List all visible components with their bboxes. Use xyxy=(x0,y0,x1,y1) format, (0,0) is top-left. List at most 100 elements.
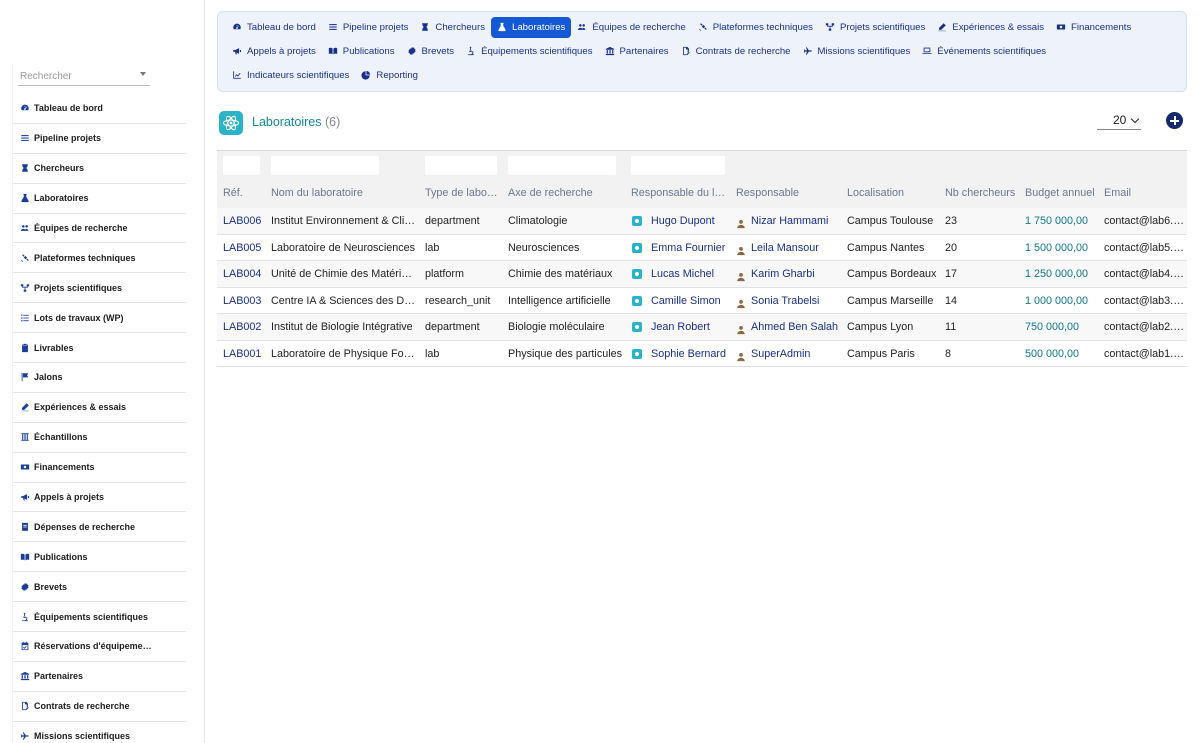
nav-tab-1-0[interactable]: Appels à projets xyxy=(226,41,322,62)
nav-tab-label: Missions scientifiques xyxy=(817,45,911,57)
table-cell-0[interactable]: LAB003 xyxy=(223,295,268,307)
hourglass-icon xyxy=(420,22,435,32)
nav-tab-0-2[interactable]: Chercheurs xyxy=(414,17,491,38)
sidebar-item-20[interactable]: Contrats de recherche xyxy=(13,692,186,722)
page-size-value: 20 xyxy=(1113,113,1127,127)
table-cell-3: Chimie des matériaux xyxy=(508,268,613,280)
sidebar-item-8[interactable]: Livrables xyxy=(13,333,186,364)
nav-tab-2-0[interactable]: Indicateurs scientifiques xyxy=(226,65,355,86)
column-header-8[interactable]: Budget annuel xyxy=(1025,187,1101,199)
sidebar-item-0[interactable]: Tableau de bord xyxy=(13,94,186,124)
table-cell-4[interactable]: Camille Simon xyxy=(651,295,731,307)
sidebar-item-16[interactable]: Brevets xyxy=(13,572,186,603)
sidebar-item-4[interactable]: Équipes de recherche xyxy=(13,214,186,244)
table-cell-4[interactable]: Emma Fournier xyxy=(651,242,731,254)
nav-tab-0-0[interactable]: Tableau de bord xyxy=(226,17,322,38)
filter-input-name[interactable] xyxy=(271,156,379,175)
nav-tab-0-8[interactable]: Financements xyxy=(1050,17,1137,38)
column-header-6[interactable]: Localisation xyxy=(847,187,941,199)
nav-tab-0-3[interactable]: Laboratoires xyxy=(491,16,572,38)
filter-input-ref[interactable] xyxy=(223,156,260,175)
sidebar-item-11[interactable]: Échantillons xyxy=(13,423,186,453)
money-icon-svg xyxy=(20,464,29,470)
hourglass-icon-svg xyxy=(422,23,429,31)
table-cell-0[interactable]: LAB002 xyxy=(223,321,268,333)
table-cell-4[interactable]: Lucas Michel xyxy=(651,268,731,280)
filter-input-lab-head[interactable] xyxy=(631,156,725,175)
nav-tab-1-2[interactable]: Brevets xyxy=(401,41,461,62)
plane-icon-svg xyxy=(20,732,29,740)
table-cell-0[interactable]: LAB001 xyxy=(223,348,268,360)
sidebar-item-5[interactable]: Plateformes techniques xyxy=(13,243,186,274)
column-header-9[interactable]: Email xyxy=(1104,187,1187,199)
table-row[interactable]: LAB001 Laboratoire de Physique Fo… lab Phys… xyxy=(217,341,1187,367)
sidebar-item-18[interactable]: Réservations d'équipeme… xyxy=(13,632,186,662)
table-cell-5[interactable]: Sonia Trabelsi xyxy=(751,295,842,307)
hourglass-icon xyxy=(19,163,30,174)
column-header-0[interactable]: Réf. xyxy=(223,187,268,199)
nav-tab-2-1[interactable]: Reporting xyxy=(355,65,424,86)
sidebar-item-21[interactable]: Missions scientifiques xyxy=(13,722,186,743)
sidebar-item-14[interactable]: Dépenses de recherche xyxy=(13,512,186,543)
sidebar-item-2[interactable]: Chercheurs xyxy=(13,154,186,184)
sidebar-item-17[interactable]: Équipements scientifiques xyxy=(13,602,186,633)
table-row[interactable]: LAB004 Unité de Chimie des Matéri… platfor… xyxy=(217,261,1187,288)
nav-tab-0-5[interactable]: Plateformes techniques xyxy=(692,17,819,38)
table-cell-5[interactable]: SuperAdmin xyxy=(751,348,842,360)
table-cell-0[interactable]: LAB006 xyxy=(223,215,268,227)
nav-tab-0-7[interactable]: Expériences & essais xyxy=(931,17,1050,38)
sidebar-item-9[interactable]: Jalons xyxy=(13,363,186,393)
sidebar-item-19[interactable]: Partenaires xyxy=(13,662,186,692)
table-row[interactable]: LAB002 Institut de Biologie Intégrative de… xyxy=(217,314,1187,341)
filter-input-type[interactable] xyxy=(425,156,497,175)
table-row[interactable]: LAB003 Centre IA & Sciences des D… researc… xyxy=(217,288,1187,314)
table-cell-4[interactable]: Jean Robert xyxy=(651,321,731,333)
sidebar-item-10[interactable]: Expériences & essais xyxy=(13,393,186,423)
table-row[interactable]: LAB006 Institut Environnement & Cli… depar… xyxy=(217,208,1187,235)
table-cell-4[interactable]: Sophie Bernard xyxy=(651,348,731,360)
column-header-1[interactable]: Nom du laboratoire xyxy=(271,187,417,199)
table-cell-2: lab xyxy=(425,347,440,360)
column-header-5[interactable]: Responsable xyxy=(736,187,842,199)
table-cell-5[interactable]: Nizar Hammami xyxy=(751,215,842,227)
table-cell-7: 14 xyxy=(945,294,958,307)
sidebar-search[interactable] xyxy=(18,66,150,86)
table-cell-5[interactable]: Ahmed Ben Salah xyxy=(751,321,842,333)
book-icon xyxy=(19,551,30,562)
nav-tab-1-1[interactable]: Publications xyxy=(322,41,401,62)
nav-tab-1-6[interactable]: Missions scientifiques xyxy=(797,41,917,62)
page-size-select[interactable]: 20 xyxy=(1097,111,1141,130)
column-header-7[interactable]: Nb chercheurs xyxy=(945,187,1021,199)
nav-row-3: Indicateurs scientifiques Reporting xyxy=(226,64,424,86)
sidebar-item-13[interactable]: Appels à projets xyxy=(13,483,186,513)
nav-tab-0-4[interactable]: Équipes de recherche xyxy=(571,17,691,38)
certificate-icon xyxy=(407,46,422,56)
nav-tab-1-4[interactable]: Partenaires xyxy=(599,41,675,62)
table-cell-0[interactable]: LAB004 xyxy=(223,268,268,280)
nav-tab-0-1[interactable]: Pipeline projets xyxy=(322,17,415,38)
table-cell-5[interactable]: Leila Mansour xyxy=(751,242,842,254)
hourglass-icon-svg xyxy=(21,164,28,172)
nav-tab-1-3[interactable]: Équipements scientifiques xyxy=(460,41,598,62)
table-row[interactable]: LAB005 Laboratoire de Neurosciences lab Neu… xyxy=(217,235,1187,261)
sidebar-item-3[interactable]: Laboratoires xyxy=(13,184,186,214)
chevron-down-icon[interactable] xyxy=(140,72,146,76)
search-input[interactable] xyxy=(18,67,133,86)
add-record-button[interactable] xyxy=(1166,112,1183,129)
nav-tab-0-6[interactable]: Projets scientifiques xyxy=(819,17,931,38)
table-cell-4[interactable]: Hugo Dupont xyxy=(651,215,731,227)
table-cell-0[interactable]: LAB005 xyxy=(223,242,268,254)
plane-icon xyxy=(803,46,818,56)
filter-input-axis[interactable] xyxy=(508,156,616,175)
sidebar-item-6[interactable]: Projets scientifiques xyxy=(13,273,186,304)
nav-tab-1-7[interactable]: Événements scientifiques xyxy=(916,41,1052,62)
sidebar-item-15[interactable]: Publications xyxy=(13,542,186,573)
sidebar-item-12[interactable]: Financements xyxy=(13,453,186,483)
table-cell-5[interactable]: Karim Gharbi xyxy=(751,268,842,280)
sidebar-item-1[interactable]: Pipeline projets xyxy=(13,124,186,154)
sidebar-item-7[interactable]: Lots de travaux (WP) xyxy=(13,303,186,334)
column-header-2[interactable]: Type de labo… xyxy=(425,187,503,199)
column-header-3[interactable]: Axe de recherche xyxy=(508,187,626,199)
column-header-4[interactable]: Responsable du l… xyxy=(631,187,731,199)
nav-tab-1-5[interactable]: Contrats de recherche xyxy=(675,41,797,62)
